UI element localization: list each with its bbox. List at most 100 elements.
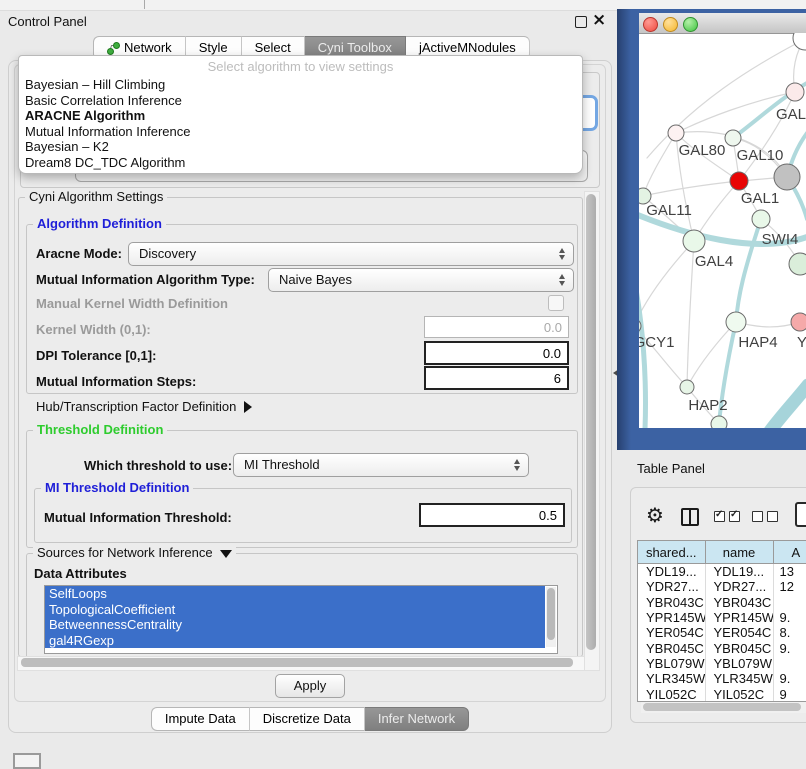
- settings-vertical-scrollbar[interactable]: [584, 191, 600, 671]
- tab-jactivemnodules-label: jActiveMNodules: [419, 40, 516, 55]
- column-header-name[interactable]: name: [705, 541, 773, 564]
- scrollbar-thumb[interactable]: [586, 194, 596, 650]
- network-node-hap4[interactable]: [726, 312, 746, 332]
- network-edge[interactable]: [643, 133, 676, 196]
- which-threshold-combo[interactable]: MI Threshold: [233, 453, 529, 477]
- column-layout-icon[interactable]: [681, 508, 699, 526]
- network-node-y[interactable]: [791, 313, 806, 331]
- network-edge[interactable]: [736, 219, 761, 322]
- expanded-arrow-icon[interactable]: [220, 550, 232, 558]
- aracne-mode-combo[interactable]: Discovery: [128, 242, 574, 266]
- column-header-shared-name[interactable]: shared...: [638, 541, 705, 564]
- table-horizontal-scrollbar[interactable]: [641, 702, 806, 713]
- gear-icon[interactable]: ⚙: [646, 503, 664, 527]
- tab-infer-network[interactable]: Infer Network: [365, 707, 469, 731]
- scrollbar-thumb[interactable]: [643, 703, 801, 711]
- table-row[interactable]: YLR345WYLR345W9.: [638, 671, 806, 686]
- export-table-icon[interactable]: [795, 502, 806, 527]
- select-all-columns-icon[interactable]: [714, 511, 740, 522]
- network-node-label: GCY1: [639, 334, 674, 351]
- sources-title-text: Sources for Network Inference: [37, 545, 213, 560]
- deselect-all-columns-icon[interactable]: [752, 511, 778, 522]
- network-node[interactable]: [711, 416, 727, 428]
- network-node-label: GAL1: [741, 190, 779, 207]
- network-edge[interactable]: [643, 181, 739, 196]
- zoom-traffic-light[interactable]: [683, 17, 698, 32]
- minimized-panel-icon[interactable]: [13, 753, 41, 769]
- close-traffic-light[interactable]: [643, 17, 658, 32]
- network-node-hap2[interactable]: [680, 380, 694, 394]
- aracne-mode-label: Aracne Mode:: [36, 246, 122, 261]
- network-canvas[interactable]: GALGAL80GAL10GAL1GAL11SWI4GAL4GCY1HAP4YH…: [639, 33, 806, 428]
- column-header-clipped[interactable]: A: [773, 541, 806, 564]
- float-panel-icon[interactable]: [575, 16, 587, 28]
- scrollbar-thumb[interactable]: [21, 658, 573, 667]
- list-item-selfloops[interactable]: SelfLoops: [45, 586, 545, 602]
- network-node[interactable]: [789, 253, 806, 275]
- mi-steps-input[interactable]: [424, 366, 569, 390]
- table-row[interactable]: YDR27...YDR27...12: [638, 579, 806, 594]
- divider-tick: [144, 0, 145, 9]
- network-node-gal[interactable]: [786, 83, 804, 101]
- network-node-gal80[interactable]: [668, 125, 684, 141]
- network-node[interactable]: [793, 33, 806, 50]
- tab-impute-data[interactable]: Impute Data: [151, 707, 250, 731]
- network-node-label: Y: [797, 334, 806, 351]
- tab-discretize-data[interactable]: Discretize Data: [250, 707, 365, 731]
- table-cell: 9.: [773, 671, 806, 686]
- table-row[interactable]: YBR043CYBR043C: [638, 595, 806, 610]
- data-attributes-list: SelfLoops TopologicalCoefficient Between…: [44, 585, 558, 654]
- menu-item-bayesian-hill-climbing[interactable]: Bayesian – Hill Climbing: [19, 77, 582, 93]
- network-edge[interactable]: [751, 385, 806, 428]
- network-node[interactable]: [774, 164, 800, 190]
- table-row[interactable]: YPR145WYPR145W9.: [638, 610, 806, 625]
- minimize-traffic-light[interactable]: [663, 17, 678, 32]
- tab-cyni-toolbox-label: Cyni Toolbox: [318, 40, 392, 55]
- table-cell: YBR045C: [638, 640, 705, 655]
- attributes-scrollbar[interactable]: [546, 587, 556, 647]
- table-cell: YLR345W: [638, 671, 705, 686]
- menu-item-aracne-algorithm[interactable]: ARACNE Algorithm: [19, 108, 582, 124]
- menu-item-basic-correlation-inference[interactable]: Basic Correlation Inference: [19, 93, 582, 109]
- network-edge[interactable]: [687, 241, 694, 387]
- stepper-icon: [559, 248, 566, 260]
- table-row[interactable]: YER054CYER054C8.: [638, 625, 806, 640]
- table-row[interactable]: YIL052CYIL052C9: [638, 686, 806, 701]
- network-node-gal1[interactable]: [730, 172, 748, 190]
- table-row[interactable]: YDL19...YDL19...13: [638, 564, 806, 580]
- table-cell: 13: [773, 564, 806, 580]
- threshold-definition-title: Threshold Definition: [33, 422, 167, 437]
- menu-item-mutual-information-inference[interactable]: Mutual Information Inference: [19, 124, 582, 140]
- table-cell: YPR145W: [705, 610, 773, 625]
- network-node-label: GAL4: [695, 253, 733, 270]
- dpi-tolerance-input[interactable]: [424, 341, 569, 365]
- tab-select-label: Select: [255, 40, 291, 55]
- list-item-topologicalcoefficient[interactable]: TopologicalCoefficient: [45, 602, 545, 618]
- manual-kernel-checkbox[interactable]: [548, 295, 564, 311]
- list-item-gal4rgexp[interactable]: gal4RGexp: [45, 633, 545, 649]
- network-node-swi4[interactable]: [752, 210, 770, 228]
- hub-definition-toggle[interactable]: Hub/Transcription Factor Definition: [36, 399, 252, 414]
- control-panel-titlebar: Control Panel ×: [0, 11, 612, 33]
- mi-type-combo[interactable]: Naive Bayes: [268, 268, 574, 292]
- kernel-width-input[interactable]: [424, 316, 569, 338]
- network-edge[interactable]: [639, 241, 694, 326]
- table-row[interactable]: YBR045CYBR045C9.: [638, 640, 806, 655]
- settings-horizontal-scrollbar[interactable]: [17, 656, 585, 671]
- apply-button[interactable]: Apply: [275, 674, 346, 698]
- table-row[interactable]: YBL079WYBL079W: [638, 656, 806, 671]
- table-header-row[interactable]: shared... name A: [638, 541, 806, 564]
- menu-item-bayesian-k2[interactable]: Bayesian – K2: [19, 139, 582, 155]
- close-panel-icon[interactable]: ×: [592, 9, 606, 31]
- network-node-label: SWI4: [762, 231, 799, 248]
- network-node-gal4[interactable]: [683, 230, 705, 252]
- mi-threshold-input[interactable]: [419, 503, 565, 527]
- table-cell: YPR145W: [638, 610, 705, 625]
- network-node-gal10[interactable]: [725, 130, 741, 146]
- network-tab-icon: [107, 42, 119, 54]
- table-cell: YER054C: [705, 625, 773, 640]
- menu-item-dream8-dc-tdc[interactable]: Dream8 DC_TDC Algorithm: [19, 155, 582, 171]
- table-cell: YBR043C: [638, 595, 705, 610]
- list-item-betweennesscentrality[interactable]: BetweennessCentrality: [45, 617, 545, 633]
- network-window-titlebar[interactable]: [639, 13, 806, 34]
